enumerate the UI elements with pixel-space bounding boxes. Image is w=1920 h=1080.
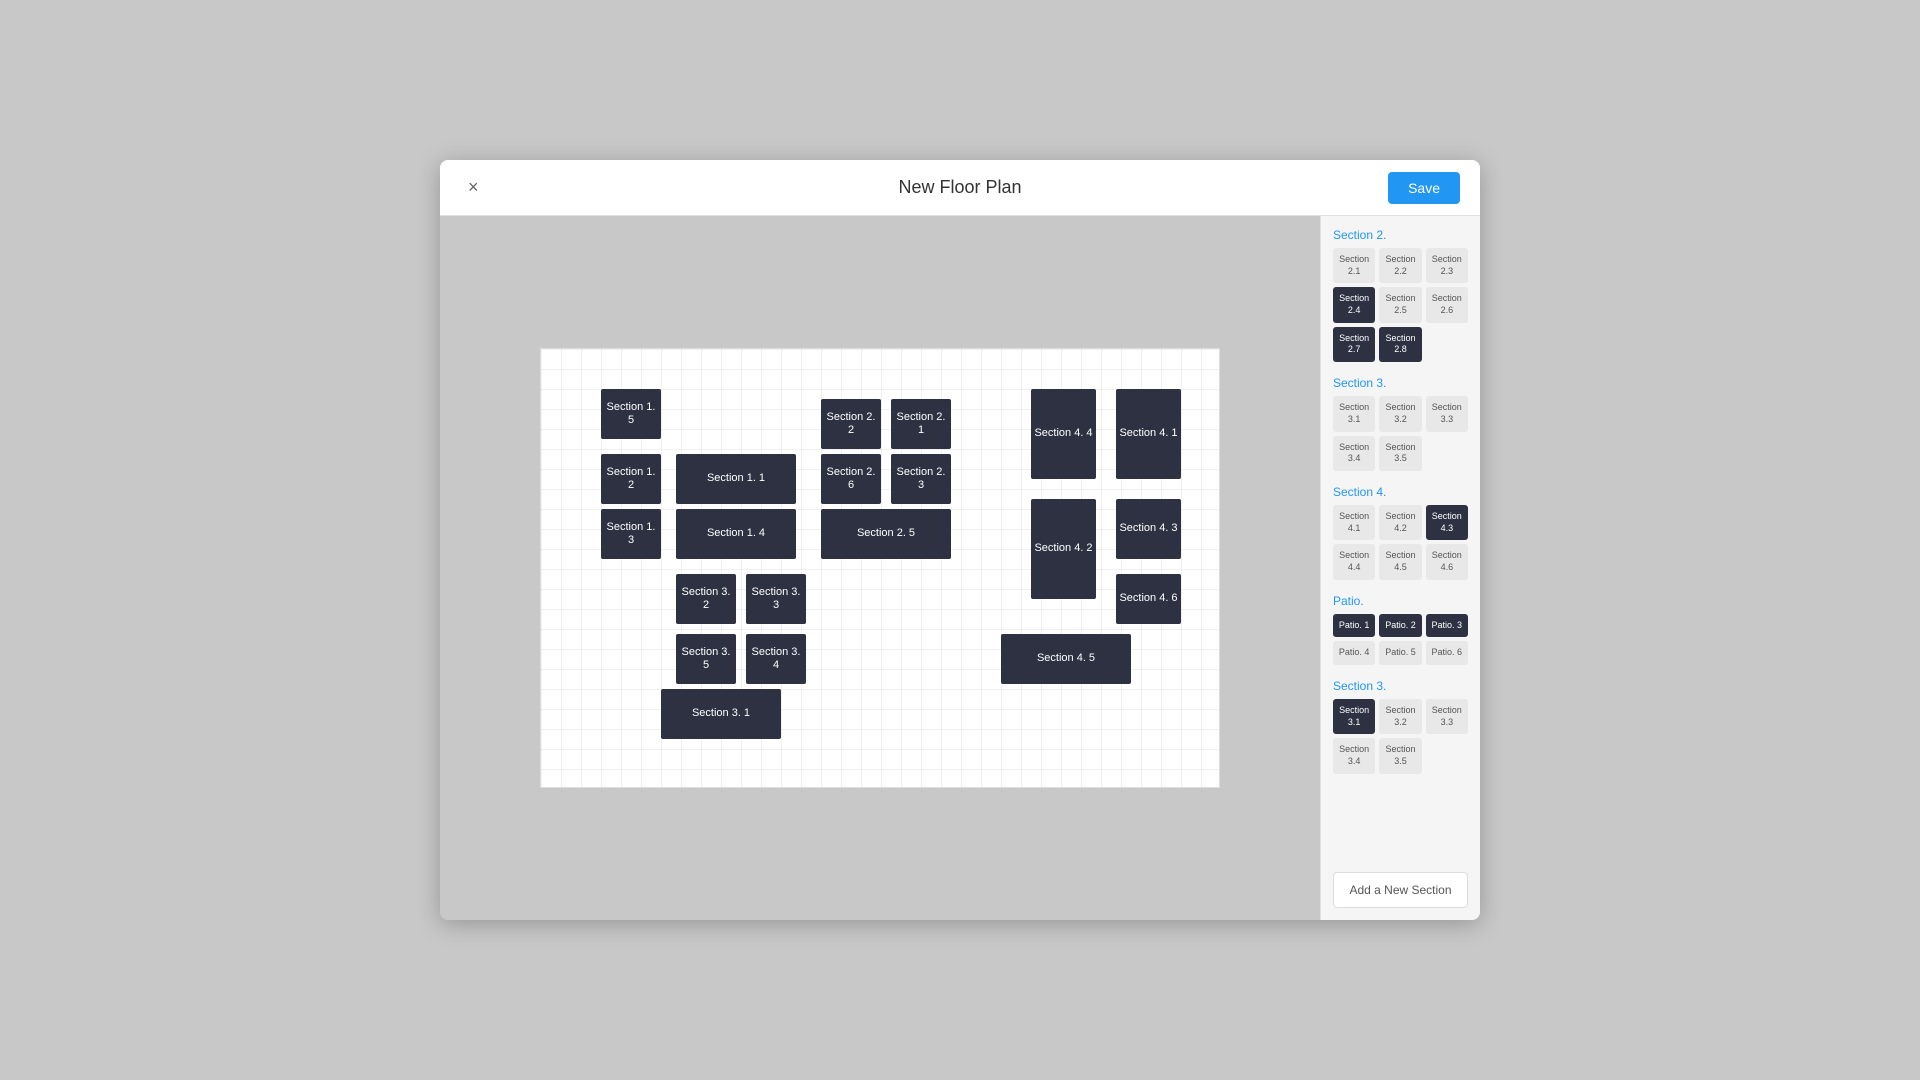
canvas-block-s2-2[interactable]: Section 2. 2	[821, 399, 881, 449]
sidebar-chip-patio-4[interactable]: Patio. 5	[1379, 641, 1421, 665]
canvas-block-s1-5[interactable]: Section 1. 5	[601, 389, 661, 439]
modal-body: Section 1. 5 Section 1. 2Section 1. 3 Sect…	[440, 216, 1480, 920]
sidebar-chip-patio-0[interactable]: Patio. 1	[1333, 614, 1375, 638]
sidebar-chip-section2-7[interactable]: Section 2.8	[1379, 327, 1421, 362]
sidebar-chip-section2-6[interactable]: Section 2.7	[1333, 327, 1375, 362]
sidebar-scroll[interactable]: Section 2.Section 2.1Section 2.2Section …	[1321, 216, 1480, 864]
section-group-title-section3a: Section 3.	[1333, 376, 1468, 390]
section-grid-patio: Patio. 1Patio. 2Patio. 3 Patio. 4Patio. 5…	[1333, 614, 1468, 665]
canvas-block-s2-1[interactable]: Section 2. 1	[891, 399, 951, 449]
section-grid-section3a: Section 3.1Section 3.2Section 3.3Section…	[1333, 396, 1468, 471]
canvas-block-s4-6[interactable]: Section 4. 6	[1116, 574, 1181, 624]
canvas-block-s2-5[interactable]: Section 2. 5	[821, 509, 951, 559]
sidebar-chip-section2-1[interactable]: Section 2.2	[1379, 248, 1421, 283]
floor-plan-canvas[interactable]: Section 1. 5 Section 1. 2Section 1. 3 Sect…	[540, 348, 1220, 788]
section-group-title-section2: Section 2.	[1333, 228, 1468, 242]
sidebar-chip-section4-4[interactable]: Section 4.5	[1379, 544, 1421, 579]
sidebar-group-section3a: Section 3.Section 3.1Section 3.2Section …	[1333, 376, 1468, 471]
canvas-block-s1-3[interactable]: Section 1. 3	[601, 509, 661, 559]
sidebar-chip-section4-3[interactable]: Section 4.4	[1333, 544, 1375, 579]
section-grid-section3b: Section 3.1Section 3.2Section 3.3Section…	[1333, 699, 1468, 774]
sidebar-chip-section3a-3[interactable]: Section 3.4	[1333, 436, 1375, 471]
sidebar-chip-patio-1[interactable]: Patio. 2	[1379, 614, 1421, 638]
sidebar-chip-section2-4[interactable]: Section 2.5	[1379, 287, 1421, 322]
sidebar-chip-section2-0[interactable]: Section 2.1	[1333, 248, 1375, 283]
sidebar-chip-patio-5[interactable]: Patio. 6	[1426, 641, 1468, 665]
canvas-block-s1-2[interactable]: Section 1. 2	[601, 454, 661, 504]
canvas-area: Section 1. 5 Section 1. 2Section 1. 3 Sect…	[440, 216, 1320, 920]
canvas-block-s4-3[interactable]: Section 4. 3	[1116, 499, 1181, 559]
sidebar-chip-section2-2[interactable]: Section 2.3	[1426, 248, 1468, 283]
sidebar-chip-section3b-2[interactable]: Section 3.3	[1426, 699, 1468, 734]
canvas-block-s3-1[interactable]: Section 3. 1	[661, 689, 781, 739]
canvas-block-s4-2[interactable]: Section 4. 2	[1031, 499, 1096, 599]
sidebar-chip-section4-5[interactable]: Section 4.6	[1426, 544, 1468, 579]
canvas-block-s3-2[interactable]: Section 3. 2	[676, 574, 736, 624]
canvas-block-s4-4[interactable]: Section 4. 4	[1031, 389, 1096, 479]
modal-title: New Floor Plan	[898, 177, 1021, 198]
section-group-title-patio: Patio.	[1333, 594, 1468, 608]
canvas-block-s2-3[interactable]: Section 2. 3	[891, 454, 951, 504]
sidebar-chip-section3a-4[interactable]: Section 3.5	[1379, 436, 1421, 471]
sidebar-chip-patio-3[interactable]: Patio. 4	[1333, 641, 1375, 665]
sidebar-group-section2: Section 2.Section 2.1Section 2.2Section …	[1333, 228, 1468, 362]
canvas-block-s3-4[interactable]: Section 3. 4	[746, 634, 806, 684]
add-section-button[interactable]: Add a New Section	[1333, 872, 1468, 908]
canvas-block-s4-5[interactable]: Section 4. 5	[1001, 634, 1131, 684]
sidebar-chip-section4-2[interactable]: Section 4.3	[1426, 505, 1468, 540]
section-group-title-section4: Section 4.	[1333, 485, 1468, 499]
section-grid-section4: Section 4.1Section 4.2Section 4.3Section…	[1333, 505, 1468, 580]
sidebar-chip-section3b-4[interactable]: Section 3.5	[1379, 738, 1421, 773]
sidebar-chip-patio-2[interactable]: Patio. 3	[1426, 614, 1468, 638]
sidebar-group-section3b: Section 3.Section 3.1Section 3.2Section …	[1333, 679, 1468, 774]
sidebar-chip-section4-0[interactable]: Section 4.1	[1333, 505, 1375, 540]
section-group-title-section3b: Section 3.	[1333, 679, 1468, 693]
sidebar-chip-section3b-0[interactable]: Section 3.1	[1333, 699, 1375, 734]
sidebar-chip-section3a-0[interactable]: Section 3.1	[1333, 396, 1375, 431]
floor-plan-modal: × New Floor Plan Save Section 1. 5Sectio…	[440, 160, 1480, 920]
sidebar-chip-section2-5[interactable]: Section 2.6	[1426, 287, 1468, 322]
canvas-block-s3-3[interactable]: Section 3. 3	[746, 574, 806, 624]
section-grid-section2: Section 2.1Section 2.2Section 2.3Section…	[1333, 248, 1468, 362]
canvas-block-s1-4[interactable]: Section 1. 4	[676, 509, 796, 559]
sidebar: Section 2.Section 2.1Section 2.2Section …	[1320, 216, 1480, 920]
modal-header: × New Floor Plan Save	[440, 160, 1480, 216]
close-button[interactable]: ×	[460, 173, 487, 202]
save-button[interactable]: Save	[1388, 172, 1460, 204]
canvas-block-s2-6[interactable]: Section 2. 6	[821, 454, 881, 504]
sidebar-chip-section4-1[interactable]: Section 4.2	[1379, 505, 1421, 540]
canvas-block-s3-5[interactable]: Section 3. 5	[676, 634, 736, 684]
sidebar-chip-section2-3[interactable]: Section 2.4	[1333, 287, 1375, 322]
sidebar-group-patio: Patio.Patio. 1Patio. 2Patio. 3Patio. 4Pa…	[1333, 594, 1468, 665]
canvas-block-s4-1[interactable]: Section 4. 1	[1116, 389, 1181, 479]
canvas-block-s1-1[interactable]: Section 1. 1	[676, 454, 796, 504]
sidebar-group-section4: Section 4.Section 4.1Section 4.2Section …	[1333, 485, 1468, 580]
sidebar-chip-section3b-1[interactable]: Section 3.2	[1379, 699, 1421, 734]
sidebar-chip-section3b-3[interactable]: Section 3.4	[1333, 738, 1375, 773]
sidebar-chip-section3a-2[interactable]: Section 3.3	[1426, 396, 1468, 431]
sidebar-chip-section3a-1[interactable]: Section 3.2	[1379, 396, 1421, 431]
